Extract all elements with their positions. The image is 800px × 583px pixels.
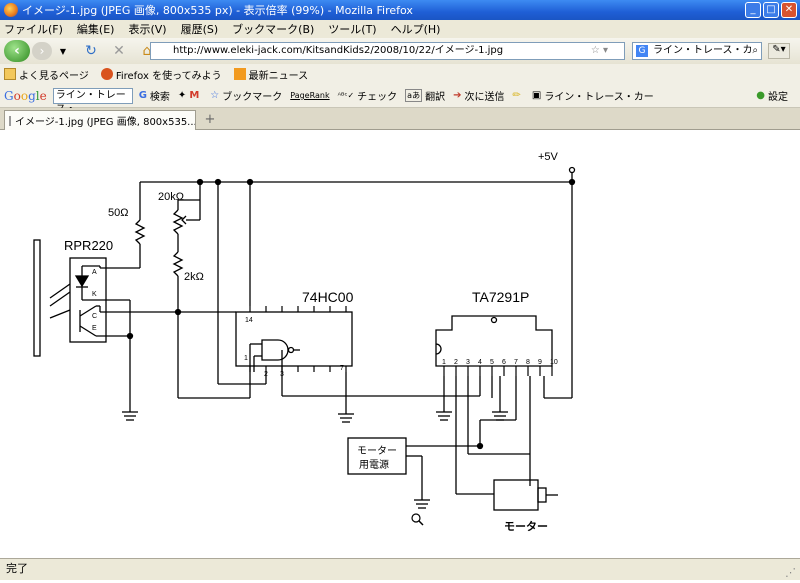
google-search-engine-icon[interactable]: G <box>636 45 648 57</box>
send-icon: ➔ <box>453 90 462 101</box>
ta7291p-pin-label: 6 <box>502 359 506 366</box>
bookmark-latest-news[interactable]: 最新ニュース <box>233 67 308 82</box>
spell-check-button[interactable]: ᴬᴮᶜ✓ チェック <box>338 88 398 103</box>
google-settings-button[interactable]: ● 設定 <box>756 88 788 103</box>
search-box[interactable]: G ライン・トレース・カー ⌕ <box>632 42 762 72</box>
menu-tools[interactable]: ツール(T) <box>328 21 376 37</box>
toolbar-tools-icons[interactable]: ✦ M <box>178 90 202 101</box>
firefox-small-icon <box>100 68 113 80</box>
google-search-field[interactable]: ライン・トレース・ <box>52 87 133 115</box>
r3-label: 2kΩ <box>184 271 204 283</box>
search-term-button[interactable]: ▣ ライン・トレース・カー <box>532 88 654 103</box>
new-tab-button[interactable]: + <box>202 112 218 128</box>
url-bar[interactable]: http://www.eleki-jack.com/KitsandKids2/2… <box>150 42 625 60</box>
svg-text:14: 14 <box>245 317 253 324</box>
menu-history[interactable]: 履歴(S) <box>181 21 219 37</box>
window-title: イメージ-1.jpg (JPEG 画像, 800x535 px) - 表示倍率 … <box>22 4 413 17</box>
tab-title: イメージ-1.jpg (JPEG 画像, 800x535... <box>15 117 196 128</box>
star-icon: ☆ <box>210 90 220 101</box>
ta7291p-pin-label: 3 <box>466 359 470 366</box>
highlighter-icon: ✏ <box>512 90 521 101</box>
menu-bookmarks[interactable]: ブックマーク(B) <box>232 21 314 37</box>
bookmark-getting-started[interactable]: Firefox を使ってみよう <box>100 67 222 82</box>
google-bookmarks-button[interactable]: ☆ ブックマーク <box>210 88 282 103</box>
r1-label: 50Ω <box>108 207 128 219</box>
ta7291p-pin-label: 7 <box>514 359 518 366</box>
ta7291p-pin-label: 8 <box>526 359 530 366</box>
url-text: http://www.eleki-jack.com/KitsandKids2/2… <box>173 45 504 56</box>
back-button[interactable]: ‹ <box>4 40 30 62</box>
highlight-button[interactable]: ✏ <box>512 90 523 101</box>
google-toolbar: Google ライン・トレース・ G 検索 ✦M ☆ ブックマーク PageRa… <box>0 84 800 115</box>
google-logo[interactable]: Google <box>4 89 47 103</box>
ic1-label: 74HC00 <box>302 289 354 305</box>
svg-text:7: 7 <box>340 365 344 372</box>
rss-icon <box>233 68 246 80</box>
ta7291p-pin-label: 5 <box>490 359 494 366</box>
svg-text:C: C <box>92 313 97 320</box>
svg-text:1: 1 <box>244 355 248 362</box>
google-g-icon: G <box>138 90 147 101</box>
minimize-button[interactable]: _ <box>745 2 761 18</box>
vcc-label: +5V <box>538 151 559 163</box>
ta7291p-pin-label: 2 <box>454 359 458 366</box>
power-supply-label-line2: 用電源 <box>359 458 389 471</box>
motor-label: モーター <box>504 520 548 533</box>
svg-text:E: E <box>92 325 97 332</box>
send-to-button[interactable]: ➔ 次に送信 <box>453 88 504 103</box>
dropdown-arrow-icon[interactable]: ▼ <box>54 47 72 56</box>
menu-help[interactable]: ヘルプ(H) <box>391 21 441 37</box>
pagerank-indicator[interactable]: PageRank <box>290 91 329 100</box>
menu-edit[interactable]: 編集(E) <box>77 21 115 37</box>
r2-label: 20kΩ <box>158 191 184 203</box>
power-supply-label-line1: モーター <box>357 445 397 457</box>
svg-text:K: K <box>92 291 97 298</box>
menu-view[interactable]: 表示(V) <box>128 21 166 37</box>
page-menu-button[interactable]: ✎▾ <box>768 43 790 59</box>
bookmark-star-icon[interactable]: ☆ ▾ <box>591 43 608 59</box>
menu-file[interactable]: ファイル(F) <box>4 21 63 37</box>
close-button[interactable]: ✕ <box>781 2 797 18</box>
bookmark-most-visited[interactable]: よく見るページ <box>4 67 89 82</box>
abc-check-icon: ᴬᴮᶜ✓ <box>337 91 355 100</box>
forward-button[interactable]: › <box>32 42 52 60</box>
svg-text:A: A <box>92 269 97 276</box>
image-viewport: +5V 50Ω 20kΩ 2kΩ RPR220 A K C E 74HC00 1… <box>0 130 800 558</box>
tab-strip: イメージ-1.jpg (JPEG 画像, 800x535... + <box>0 108 800 130</box>
bookmarks-toolbar: よく見るページ Firefox を使ってみよう 最新ニュース <box>0 64 800 84</box>
status-text: 完了 <box>6 562 28 575</box>
maximize-button[interactable]: □ <box>763 2 779 18</box>
gmail-icon: M <box>189 90 200 101</box>
image-file-icon <box>9 115 11 126</box>
ta7291p-pin-label: 4 <box>478 359 482 366</box>
puzzle-icon: ✦ <box>177 90 187 101</box>
ta7291p-pin-label: 10 <box>550 359 558 366</box>
sensor-label: RPR220 <box>64 238 113 253</box>
translate-icon: aあ <box>405 89 423 102</box>
google-search-button[interactable]: G 検索 <box>139 88 170 103</box>
settings-globe-icon: ● <box>756 90 765 101</box>
ta7291p-pin-label: 9 <box>538 359 542 366</box>
status-bar: 完了 ⋰ <box>0 558 800 580</box>
menu-bar: ファイル(F) 編集(E) 表示(V) 履歴(S) ブックマーク(B) ツール(… <box>0 20 800 38</box>
firefox-icon <box>4 3 18 17</box>
folder-icon <box>4 68 16 80</box>
reload-icon[interactable]: ↻ <box>82 43 100 59</box>
tab-image[interactable]: イメージ-1.jpg (JPEG 画像, 800x535... <box>4 110 196 130</box>
navigation-toolbar: ‹ › ▼ ↻ ✕ ⌂ http://www.eleki-jack.com/Ki… <box>0 38 800 72</box>
window-titlebar: イメージ-1.jpg (JPEG 画像, 800x535 px) - 表示倍率 … <box>0 0 800 20</box>
resize-grip-icon[interactable]: ⋰ <box>785 563 796 583</box>
stop-icon[interactable]: ✕ <box>110 43 128 59</box>
translate-button[interactable]: aあ 翻訳 <box>405 88 445 103</box>
ic2-label: TA7291P <box>472 289 529 305</box>
search-term-icon: ▣ <box>531 90 542 101</box>
search-magnifier-icon[interactable]: ⌕ <box>752 43 758 59</box>
ta7291p-pin-label: 1 <box>442 359 446 366</box>
circuit-schematic: +5V 50Ω 20kΩ 2kΩ RPR220 A K C E 74HC00 1… <box>33 151 576 533</box>
